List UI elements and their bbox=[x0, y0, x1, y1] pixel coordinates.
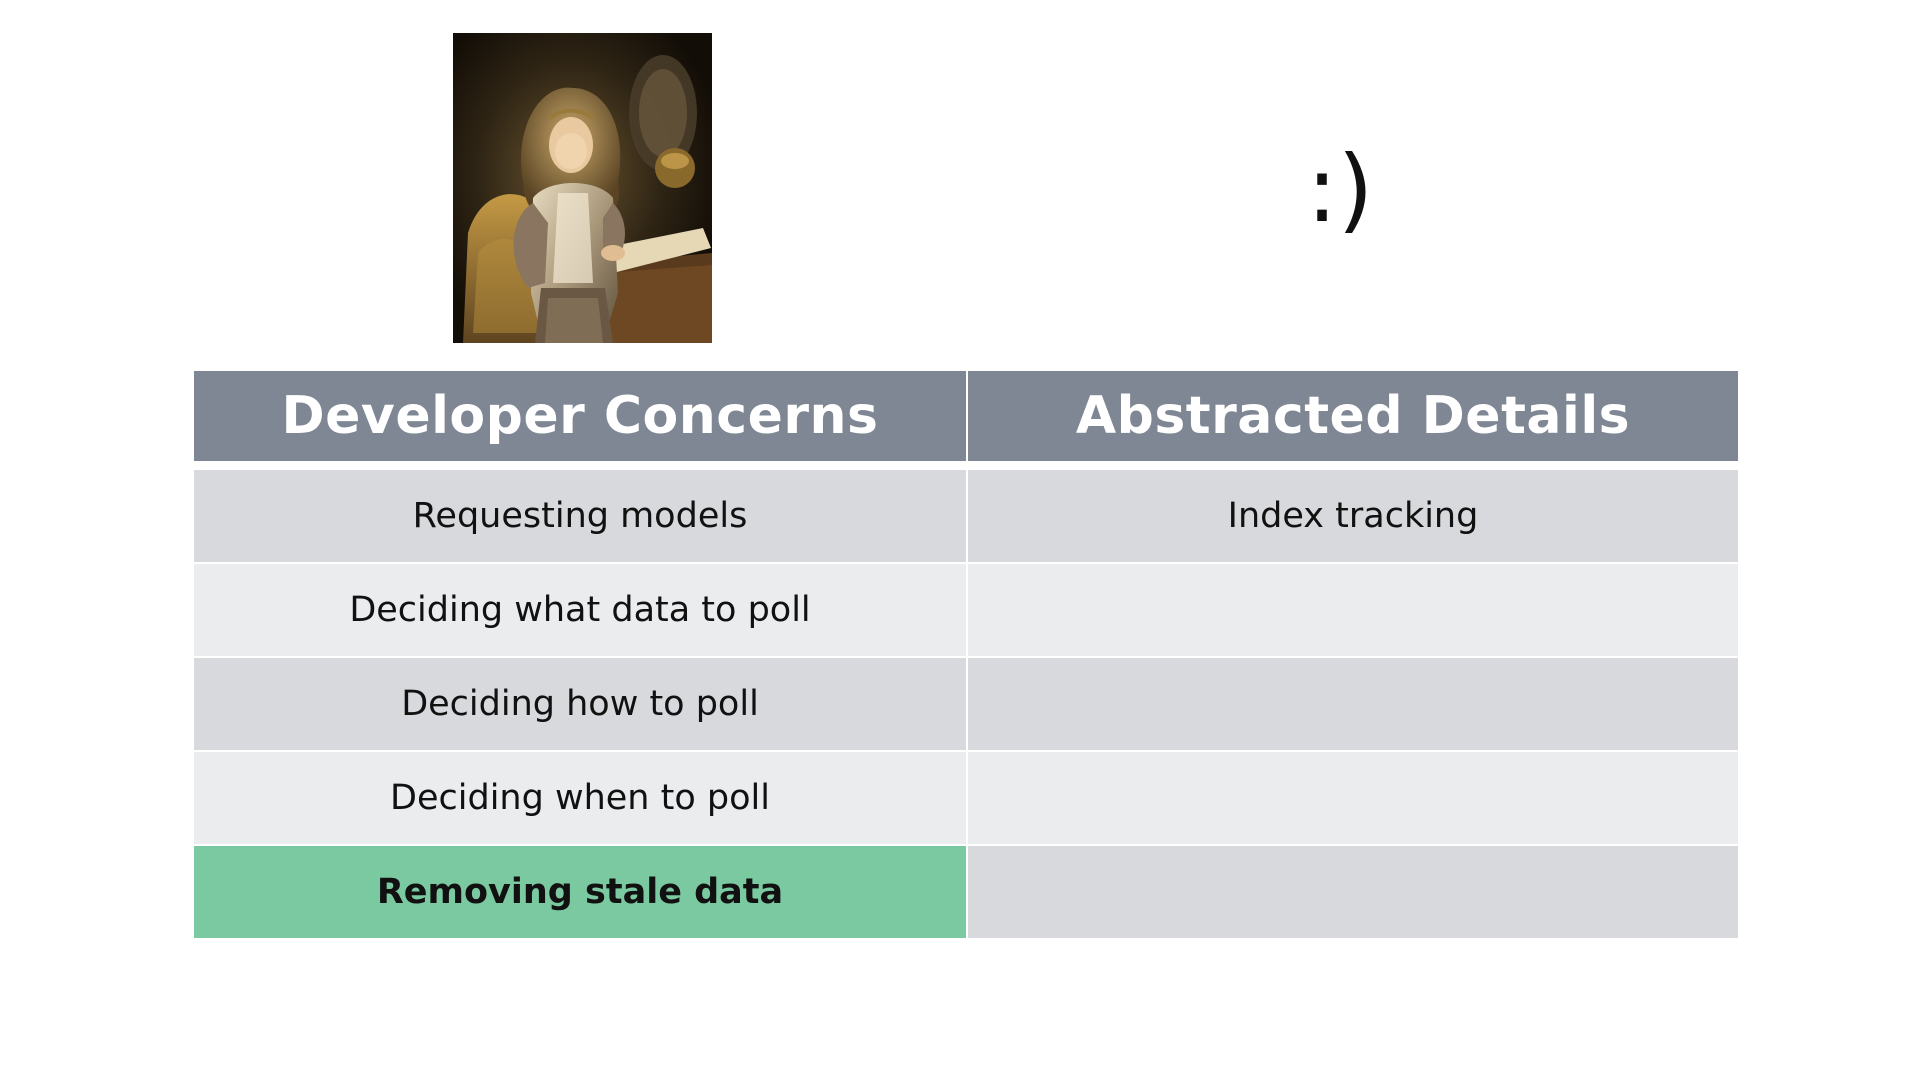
portrait-painting-illustration bbox=[453, 33, 712, 343]
header-abstracted-details: Abstracted Details bbox=[966, 371, 1738, 461]
table-cell-concern: Requesting models bbox=[194, 470, 966, 562]
table-header-row: Developer Concerns Abstracted Details bbox=[194, 371, 1738, 461]
table-cell-concern: Deciding when to poll bbox=[194, 752, 966, 844]
header-developer-concerns: Developer Concerns bbox=[194, 371, 966, 461]
table-row: Requesting models Index tracking bbox=[194, 468, 1738, 562]
table-cell-detail bbox=[966, 752, 1738, 844]
table-row: Deciding how to poll bbox=[194, 656, 1738, 750]
table-cell-detail bbox=[966, 564, 1738, 656]
table-cell-detail bbox=[966, 846, 1738, 938]
table-cell-detail: Index tracking bbox=[966, 470, 1738, 562]
painting-image bbox=[453, 33, 712, 343]
table-cell-concern: Deciding what data to poll bbox=[194, 564, 966, 656]
table-row: Deciding what data to poll bbox=[194, 562, 1738, 656]
slide: :) Developer Concerns Abstracted Details… bbox=[0, 0, 1920, 1080]
concerns-table: Developer Concerns Abstracted Details Re… bbox=[194, 371, 1738, 938]
table-cell-concern-highlighted: Removing stale data bbox=[194, 846, 966, 938]
table-row: Deciding when to poll bbox=[194, 750, 1738, 844]
smiley-emoticon: :) bbox=[1306, 136, 1374, 243]
table-cell-detail bbox=[966, 658, 1738, 750]
table-cell-concern: Deciding how to poll bbox=[194, 658, 966, 750]
table-row: Removing stale data bbox=[194, 844, 1738, 938]
